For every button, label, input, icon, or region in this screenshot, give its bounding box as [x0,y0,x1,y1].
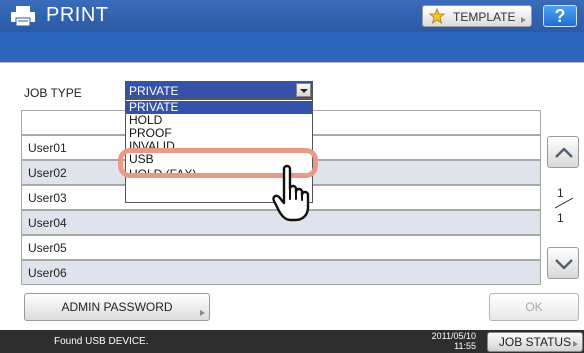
star-icon [429,8,445,24]
status-date: 2011/05/10 [431,331,476,341]
help-button[interactable]: ? [543,5,577,27]
page-separator [554,197,574,209]
status-message: Found USB DEVICE. [54,336,149,347]
job-status-label: JOB STATUS [498,335,572,349]
title-bar: PRINT TEMPLATE ? [0,0,584,32]
template-button[interactable]: TEMPLATE [422,5,532,27]
date-time: 2011/05/10 11:55 [426,331,476,351]
chevron-down-icon [555,259,573,270]
job-status-button[interactable]: JOB STATUS [487,332,583,352]
user-name: User02 [28,166,67,180]
pointing-hand-icon [272,164,310,222]
page-up-button[interactable] [547,136,579,168]
ok-button[interactable]: OK [489,293,579,321]
job-type-label: JOB TYPE [24,86,82,100]
admin-password-button[interactable]: ADMIN PASSWORD [24,293,210,321]
corner-arrow-icon [573,341,578,347]
job-type-select[interactable]: PRIVATE [125,81,313,99]
dropdown-arrow-button[interactable] [296,83,311,97]
template-button-label: TEMPLATE [453,10,516,24]
admin-password-label: ADMIN PASSWORD [61,300,173,314]
total-pages: 1 [557,211,564,225]
corner-arrow-icon [521,17,526,23]
user-name: User06 [28,266,67,280]
user-name: User04 [28,216,67,230]
status-time: 11:55 [454,341,476,351]
ok-label: OK [525,300,543,314]
table-row[interactable]: User05 [21,235,541,260]
page-title: PRINT [46,4,109,26]
corner-arrow-icon [200,310,205,316]
printer-icon [11,6,35,27]
option-proof[interactable]: PROOF [126,127,312,140]
user-name: User05 [28,241,67,255]
header-strip [0,32,584,62]
table-row[interactable]: User06 [21,260,541,285]
chevron-down-icon [300,89,308,93]
page-down-button[interactable] [547,247,579,279]
job-type-selected-value: PRIVATE [129,84,179,98]
option-invalid[interactable]: INVALID [126,140,312,148]
user-name: User01 [28,141,67,155]
user-name: User03 [28,191,67,205]
chevron-up-icon [555,147,573,158]
